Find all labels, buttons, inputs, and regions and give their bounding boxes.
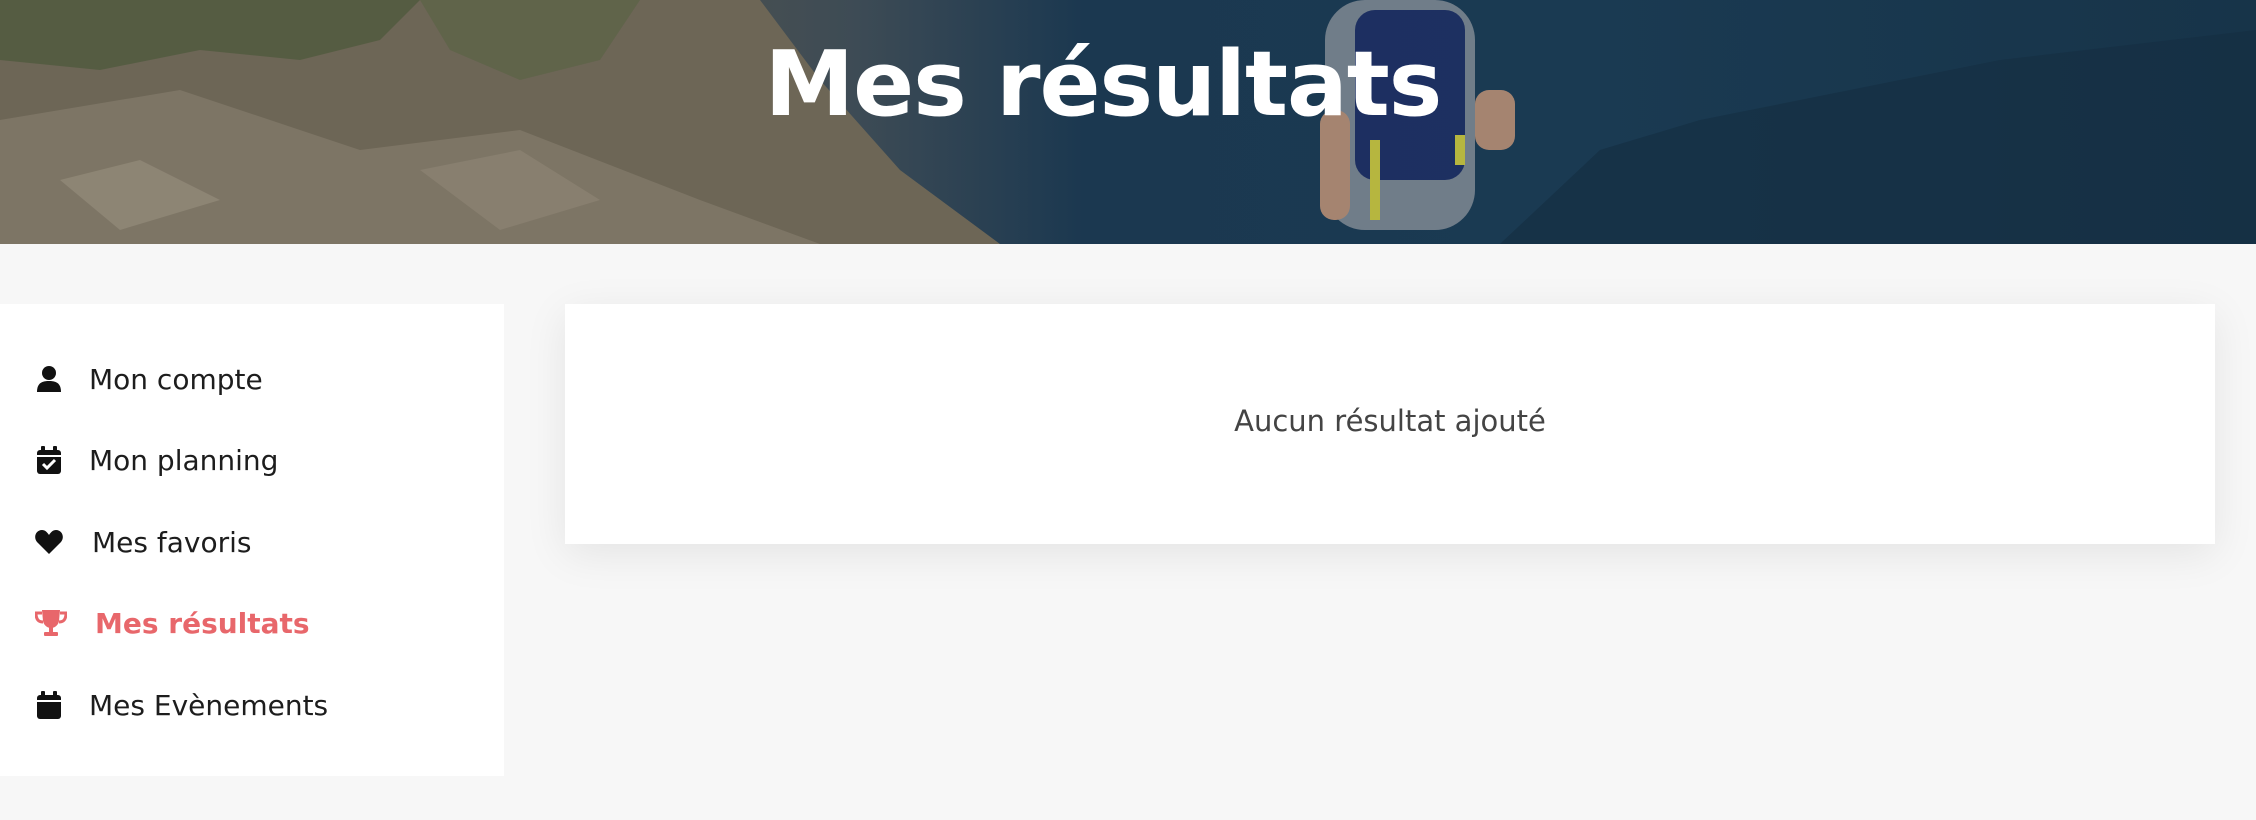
- heart-icon: [34, 527, 64, 557]
- account-sidebar: Mon compte Mon planning Mes favoris Mes …: [0, 304, 504, 776]
- sidebar-item-label: Mes favoris: [92, 525, 252, 559]
- sidebar-item-mon-planning[interactable]: Mon planning: [0, 430, 504, 490]
- results-panel: Aucun résultat ajouté: [565, 304, 2215, 544]
- sidebar-item-mes-favoris[interactable]: Mes favoris: [0, 512, 504, 572]
- sidebar-item-label: Mes Evènements: [89, 688, 329, 722]
- empty-state-message: Aucun résultat ajouté: [1234, 404, 1546, 438]
- calendar-icon: [34, 690, 64, 720]
- sidebar-item-mes-resultats[interactable]: Mes résultats: [0, 593, 504, 653]
- user-icon: [34, 364, 64, 394]
- sidebar-item-label: Mes résultats: [95, 606, 310, 640]
- hero-banner: Mes résultats: [0, 0, 2256, 244]
- sidebar-item-label: Mon planning: [89, 443, 279, 477]
- sidebar-item-mon-compte[interactable]: Mon compte: [0, 349, 504, 409]
- sidebar-item-mes-evenements[interactable]: Mes Evènements: [0, 675, 504, 735]
- page-title: Mes résultats: [764, 32, 1443, 137]
- trophy-icon: [34, 608, 68, 638]
- sidebar-item-label: Mon compte: [89, 362, 263, 396]
- calendar-check-icon: [34, 445, 64, 475]
